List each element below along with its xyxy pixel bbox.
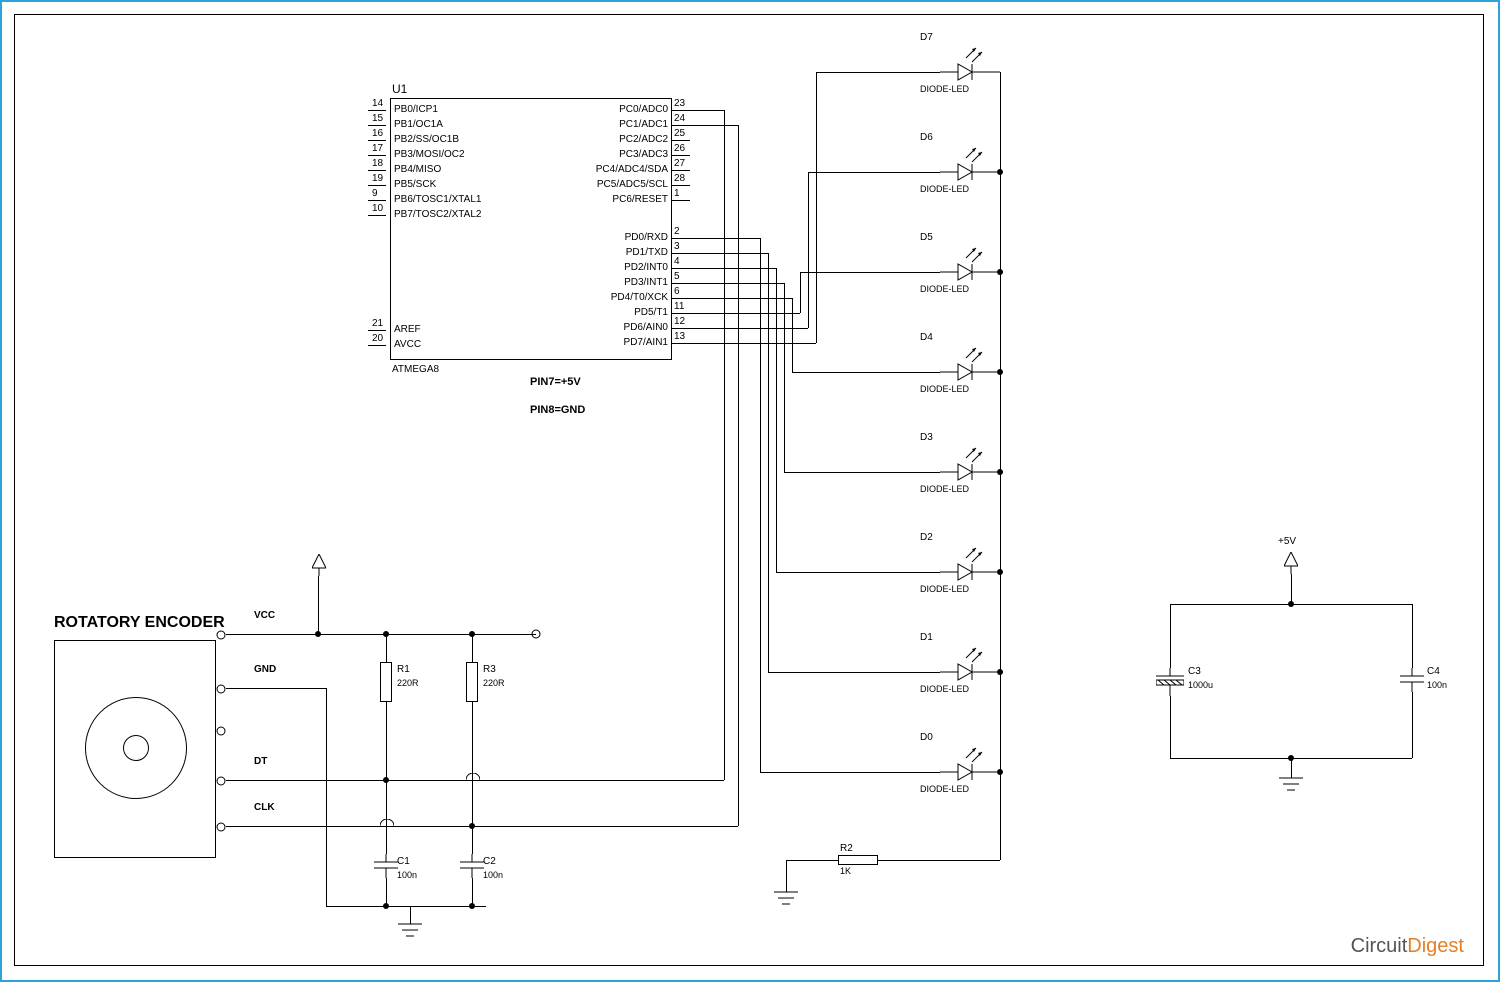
led-ref: D0 [920,732,933,743]
led-type: DIODE-LED [920,184,969,194]
capacitor-c3 [1156,668,1184,696]
led-D2 [940,542,1000,582]
encoder-symbol-box [54,640,216,858]
led-type: DIODE-LED [920,584,969,594]
ground-icon [398,922,422,940]
led-D5 [940,242,1000,282]
wire-gnd [226,688,326,689]
wire-r2-down [786,860,787,892]
led-ref: D3 [920,432,933,443]
wire-hop-icon [466,773,480,787]
led-type: DIODE-LED [920,384,969,394]
vcc-arrow-icon [1284,552,1298,574]
led-cathode-bus [1000,72,1001,860]
led-D1 [940,642,1000,682]
led-D7 [940,42,1000,82]
wire-r2-left [786,860,838,861]
led-ref: D4 [920,332,933,343]
r3 [466,662,478,702]
led-ref: D7 [920,32,933,43]
led-type: DIODE-LED [920,484,969,494]
logo: CircuitDigest [1351,935,1464,958]
capacitor-c1 [374,854,398,878]
led-ref: D5 [920,232,933,243]
r2-val: 1K [840,866,851,876]
wire-hop-icon [380,819,394,833]
led-D4 [940,342,1000,382]
ground-icon [774,890,798,908]
ic-note1: PIN7=+5V [530,376,581,388]
led-D6 [940,142,1000,182]
ic-note2: PIN8=GND [530,404,585,416]
led-D0 [940,742,1000,782]
wire-vcc [226,634,536,635]
capacitor-c4 [1400,668,1424,692]
r1 [380,662,392,702]
led-ref: D1 [920,632,933,643]
r2 [838,855,878,865]
led-ref: D6 [920,132,933,143]
r2-ref: R2 [840,843,853,854]
led-type: DIODE-LED [920,284,969,294]
ic-part: ATMEGA8 [392,364,439,375]
led-D3 [940,442,1000,482]
encoder-title: ROTATORY ENCODER [54,614,225,632]
led-ref: D2 [920,532,933,543]
led-type: DIODE-LED [920,84,969,94]
led-type: DIODE-LED [920,684,969,694]
ic-ref: U1 [392,82,407,96]
wire-dt-up [724,110,725,780]
open-terminal-icon [531,629,541,639]
ground-icon [1279,776,1303,794]
vcc-arrow-icon [312,554,326,576]
inner-border [14,14,1484,966]
plus5v-label: +5V [1278,536,1296,547]
capacitor-c2 [460,854,484,878]
wire-clk-up [738,125,739,826]
led-type: DIODE-LED [920,784,969,794]
